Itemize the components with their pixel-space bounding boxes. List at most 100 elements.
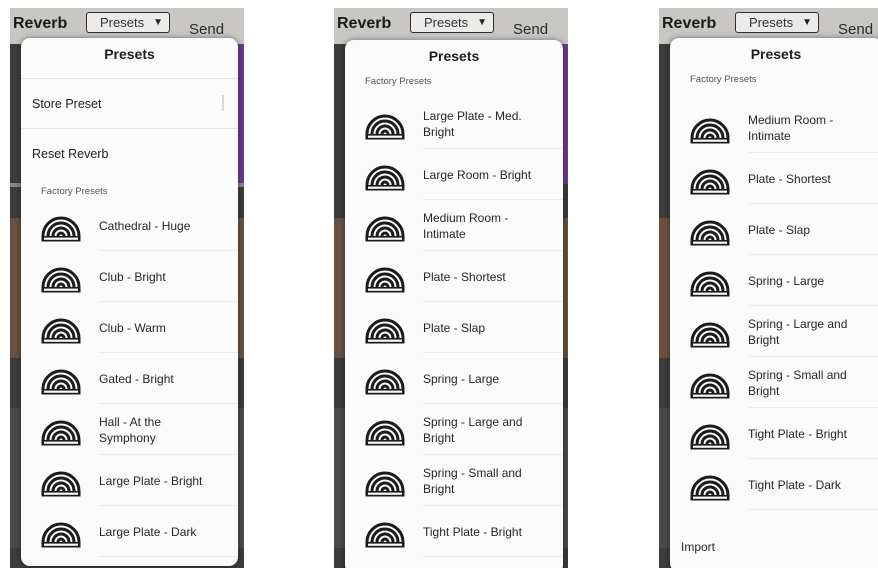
reverb-arch-icon [365, 369, 405, 394]
preset-row[interactable]: Club - Bright [21, 251, 238, 302]
store-preset-label: Store Preset [32, 97, 102, 111]
reverb-arch-icon [365, 420, 405, 445]
reverb-arch-icon [363, 463, 407, 499]
reverb-arch-icon [365, 267, 405, 292]
scroll-indicator [222, 95, 224, 111]
reset-reverb-button[interactable]: Reset Reverb [21, 128, 238, 178]
preset-row[interactable]: Medium Room - Intimate [345, 200, 563, 251]
chevron-down-icon: ▼ [477, 17, 487, 28]
reverb-arch-icon [365, 165, 405, 190]
preset-label: Spring - Large [748, 273, 825, 288]
reset-reverb-label: Reset Reverb [32, 147, 109, 161]
presets-button-label: Presets [749, 15, 794, 30]
presets-popover: Presets Store Preset Reset Reverb Factor… [21, 38, 238, 566]
preset-label: Club - Warm [99, 320, 166, 335]
preset-row[interactable]: Plate - Shortest [345, 251, 563, 302]
app-title: Reverb [337, 15, 392, 32]
import-button[interactable]: Import [670, 522, 878, 568]
preset-row[interactable]: Large Room - Bright [345, 149, 563, 200]
preset-row[interactable]: Cathedral - Huge [21, 200, 238, 251]
preset-label: Large Plate - Bright [99, 473, 203, 488]
reverb-arch-icon [41, 471, 81, 496]
preset-row[interactable]: Spring - Large and Bright [670, 306, 878, 357]
preset-label: Cathedral - Huge [99, 218, 191, 233]
preset-label: Spring - Large [423, 371, 500, 386]
preset-label: Medium Room - Intimate [748, 112, 834, 143]
reverb-arch-icon [363, 412, 407, 448]
preset-row[interactable]: Tight Plate - Bright [670, 408, 878, 459]
preset-row[interactable]: Gated - Bright [21, 353, 238, 404]
store-preset-button[interactable]: Store Preset [21, 78, 238, 128]
presets-button-label: Presets [100, 15, 145, 30]
preset-label: Large Plate - Med. Bright [423, 108, 522, 139]
reverb-arch-icon [365, 471, 405, 496]
preset-row[interactable]: Large Plate - Bright [21, 455, 238, 506]
preset-label: Plate - Shortest [748, 171, 831, 186]
preset-label: Hall - At the Symphony [99, 414, 162, 445]
preset-row[interactable]: Tight Plate - Dark [670, 459, 878, 510]
reverb-arch-icon [39, 310, 83, 346]
reverb-arch-icon [363, 106, 407, 142]
reverb-arch-icon [688, 365, 732, 401]
section-header-factory-presets: Factory Presets [41, 186, 108, 197]
preset-label: Spring - Large and Bright [423, 414, 523, 445]
preset-label: Large Plate - Dark [99, 524, 197, 539]
reverb-arch-icon [41, 318, 81, 343]
preset-label: Tight Plate - Bright [423, 524, 522, 539]
reverb-arch-icon [365, 318, 405, 343]
preset-row[interactable]: Spring - Small and Bright [345, 455, 563, 506]
preset-label: Spring - Small and Bright [748, 367, 847, 398]
preset-label: Spring - Large and Bright [748, 316, 848, 347]
preset-list: Cathedral - Huge Club - Bright Club - Warm… [21, 200, 238, 557]
preset-row[interactable]: Tight Plate - Bright [345, 506, 563, 557]
reverb-arch-icon [365, 216, 405, 241]
reverb-arch-icon [688, 161, 732, 197]
section-header-factory-presets: Factory Presets [690, 74, 757, 85]
send-label: Send [838, 21, 874, 38]
reverb-arch-icon [690, 322, 730, 347]
chevron-down-icon: ▼ [802, 17, 812, 28]
reverb-arch-icon [41, 267, 81, 292]
reverb-arch-icon [690, 373, 730, 398]
preset-label: Tight Plate - Bright [748, 426, 847, 441]
reverb-arch-icon [365, 114, 405, 139]
preset-row[interactable]: Plate - Shortest [670, 153, 878, 204]
screen-2: Reverb Presets ▼ Send Presets Factory Pr… [334, 8, 568, 568]
reverb-arch-icon [690, 169, 730, 194]
reverb-arch-icon [690, 271, 730, 296]
reverb-arch-icon [39, 514, 83, 550]
send-label: Send [513, 21, 549, 38]
preset-row[interactable]: Large Plate - Dark [21, 506, 238, 557]
popover-title: Presets [428, 48, 480, 64]
preset-label: Plate - Shortest [423, 269, 506, 284]
preset-row[interactable]: Spring - Large and Bright [345, 404, 563, 455]
preset-row[interactable]: Spring - Small and Bright [670, 357, 878, 408]
reverb-arch-icon [39, 259, 83, 295]
preset-row[interactable]: Spring - Large [670, 255, 878, 306]
preset-row[interactable]: Hall - At the Symphony [21, 404, 238, 455]
preset-row[interactable]: Large Plate - Med. Bright [345, 98, 563, 149]
preset-label: Plate - Slap [423, 320, 486, 335]
preset-label: Gated - Bright [99, 371, 174, 386]
preset-row[interactable]: Plate - Slap [670, 204, 878, 255]
reverb-arch-icon [39, 361, 83, 397]
reverb-arch-icon [690, 220, 730, 245]
reverb-arch-icon [688, 212, 732, 248]
reverb-arch-icon [41, 420, 81, 445]
reverb-arch-icon [39, 463, 83, 499]
presets-dropdown-button[interactable]: Presets ▼ [410, 12, 494, 33]
app-toolbar: Reverb Presets ▼ Send [334, 8, 568, 44]
reverb-arch-icon [41, 216, 81, 241]
send-label: Send [189, 21, 225, 38]
reverb-arch-icon [39, 412, 83, 448]
preset-row[interactable]: Club - Warm [21, 302, 238, 353]
preset-row[interactable]: Medium Room - Intimate [670, 102, 878, 153]
presets-dropdown-button[interactable]: Presets ▼ [86, 12, 170, 33]
reverb-arch-icon [690, 475, 730, 500]
preset-row[interactable]: Spring - Large [345, 353, 563, 404]
presets-dropdown-button[interactable]: Presets ▼ [735, 12, 819, 33]
app-title: Reverb [13, 15, 68, 32]
preset-row[interactable]: Plate - Slap [345, 302, 563, 353]
reverb-arch-icon [690, 118, 730, 143]
reverb-arch-icon [363, 208, 407, 244]
